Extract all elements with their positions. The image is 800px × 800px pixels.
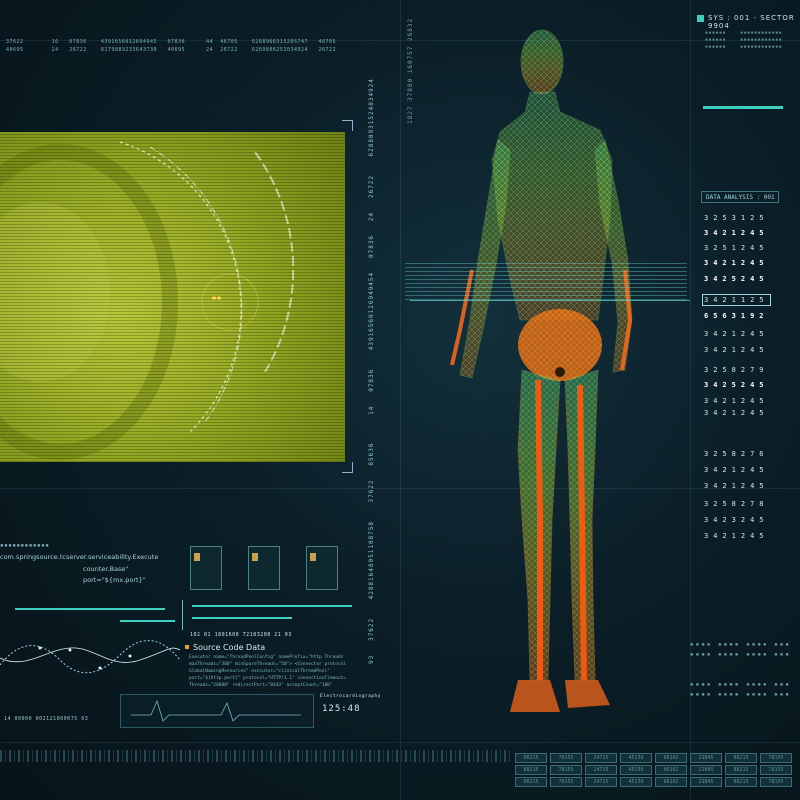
data-analysis-row: 3253125 <box>704 214 769 222</box>
stat-box: 88215 <box>515 765 547 775</box>
sys-header: SYS : 001 - SECTOR 9904 <box>708 14 795 30</box>
teal-bar <box>192 617 292 619</box>
data-analysis-row: 3421245 <box>704 397 769 405</box>
vertical-data-column: 93 37622 42881648051108758 37622 85636 1… <box>368 78 375 664</box>
scan-line <box>410 300 690 301</box>
data-analysis-row: 3421245 <box>704 346 769 354</box>
thumbnail[interactable] <box>306 546 338 590</box>
teal-bar <box>192 605 352 607</box>
ecg-panel <box>120 694 314 728</box>
source-code-title: Source Code Data <box>193 643 266 652</box>
divider <box>182 600 183 630</box>
data-analysis-row: 6563192 <box>704 312 769 320</box>
code-line: port="${mx.port}" <box>83 576 146 584</box>
stat-box: 88215 <box>725 777 757 787</box>
data-analysis-row: 3421245 <box>704 229 769 237</box>
waveform-graph <box>0 640 180 674</box>
data-analysis-row: 3421245 <box>704 409 769 417</box>
mini-grid: ▪▪▪▪ ▪▪▪▪ ▪▪▪▪ ▪▪▪ ▪▪▪▪ ▪▪▪▪ ▪▪▪▪ ▪▪▪ ▪▪▪▪… <box>690 641 792 698</box>
data-analysis-row: 3421245 <box>704 330 769 338</box>
stat-box: 45136 <box>620 777 652 787</box>
stat-box: 24715 <box>585 777 617 787</box>
data-analysis-title: DATA ANALYSIS : 001 <box>701 191 779 203</box>
stat-box: 06102 <box>655 777 687 787</box>
stat-box: 78155 <box>760 777 792 787</box>
bottom-left-numbers: 14 00000 002121000075 03 <box>4 716 89 722</box>
frame-corner <box>342 462 353 473</box>
code-snippet-header: ▪▪▪▪▪▪▪▪▪▪▪▪ <box>0 542 50 549</box>
source-line: maxThreads="300" minSpareThreads="50"> <… <box>189 662 347 667</box>
stat-box: 78155 <box>760 765 792 775</box>
stat-box: 78155 <box>760 753 792 763</box>
frame-corner <box>342 120 353 131</box>
data-analysis-row: 3425245 <box>704 275 769 283</box>
code-line: com.springsource.tcserver.serviceability… <box>0 553 159 561</box>
thumbnail[interactable] <box>190 546 222 590</box>
source-line: Threads="20000" redirectPort="8443" acce… <box>189 683 333 688</box>
stat-box: 24715 <box>585 765 617 775</box>
data-analysis-row: 3251245 <box>704 244 769 252</box>
stat-box: 45136 <box>620 753 652 763</box>
data-analysis-row: 3258279 <box>704 366 769 374</box>
stat-box: 78155 <box>550 753 582 763</box>
teal-bar <box>15 608 165 610</box>
data-analysis-row: 3421125 <box>702 294 771 306</box>
readout-row-2: 40695 24 26722 8179889233643730 40695 24… <box>6 47 337 53</box>
data-analysis-row: 3423245 <box>704 516 769 524</box>
source-counter: 102 01 1801600 72183200 21 03 <box>190 632 292 638</box>
human-body-wireframe <box>450 29 633 712</box>
brain-scan-panel <box>0 132 345 462</box>
scan-band <box>405 262 687 300</box>
stat-box: 21845 <box>690 765 722 775</box>
stat-box: 06102 <box>655 765 687 775</box>
data-analysis-row: 3258278 <box>704 500 769 508</box>
stat-box: 21845 <box>690 753 722 763</box>
teal-bar <box>120 620 175 622</box>
stat-box: 78155 <box>550 765 582 775</box>
stat-box: 78155 <box>550 777 582 787</box>
stat-box: 06102 <box>655 753 687 763</box>
timer-label: Electrocardiography <box>320 694 381 699</box>
stat-box: 88215 <box>515 753 547 763</box>
source-line: port="${http.port}" protocol="HTTP/1.1" … <box>189 676 347 681</box>
sys-meta: ▪▪▪▪▪▪ ▪▪▪▪▪▪▪▪▪▪▪▪ ▪▪▪▪▪▪ ▪▪▪▪▪▪▪▪▪▪▪▪ ▪▪… <box>705 30 783 50</box>
stat-box: 88215 <box>515 777 547 787</box>
data-analysis-row: 3421245 <box>704 259 769 267</box>
readout-row-1: 37622 16 07836 4391656012694945 07836 44… <box>6 39 337 45</box>
timer-value: 125:48 <box>322 704 361 714</box>
progress-bar <box>703 106 783 109</box>
data-analysis-row: 3425245 <box>704 381 769 389</box>
sys-indicator-icon <box>697 15 704 22</box>
source-bullet-icon <box>185 645 189 649</box>
source-line: GlobalNamingResources" executor="clinica… <box>189 669 330 674</box>
stat-box: 88215 <box>725 753 757 763</box>
bottom-barcode <box>0 750 510 762</box>
stat-box: 88215 <box>725 765 757 775</box>
stat-box: 24715 <box>585 753 617 763</box>
stat-box: 21845 <box>690 777 722 787</box>
code-line: counter.Base" <box>83 565 129 573</box>
data-analysis-row: 3421245 <box>704 482 769 490</box>
data-analysis-row: 3421245 <box>704 466 769 474</box>
data-analysis-row: 3421245 <box>704 532 769 540</box>
ecg-trace <box>131 699 301 722</box>
source-line: Executor name="ThreadPoolConfig" namePre… <box>189 655 344 660</box>
data-analysis-row: 3258276 <box>704 450 769 458</box>
stat-box: 45136 <box>620 765 652 775</box>
thumbnail[interactable] <box>248 546 280 590</box>
